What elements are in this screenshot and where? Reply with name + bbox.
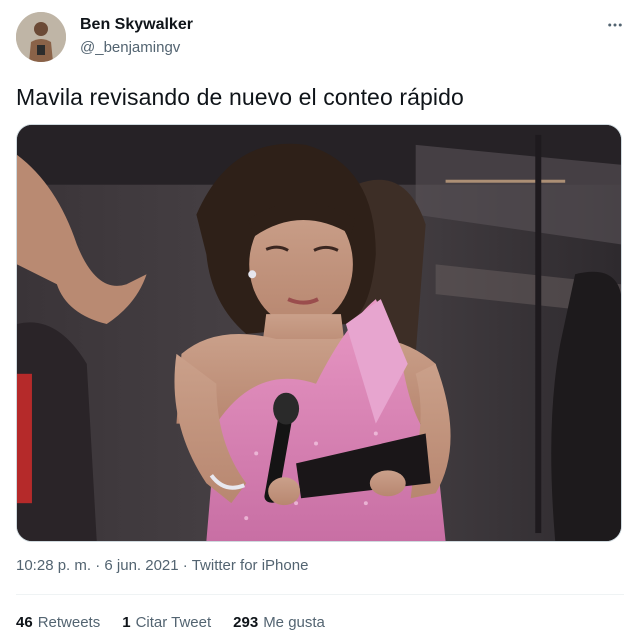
tweet-card: Ben Skywalker @_benjamingv Mavila revisa… [0, 0, 640, 643]
tweet-text: Mavila revisando de nuevo el conteo rápi… [16, 84, 464, 110]
more-options-button[interactable] [604, 14, 626, 36]
likes-count: 293 [233, 614, 259, 631]
divider [16, 594, 624, 595]
tweet-timestamp[interactable]: 10:28 p. m. · 6 jun. 2021 · Twitter for … [16, 557, 308, 574]
tweet-date: 6 jun. 2021 [104, 557, 179, 574]
meta-separator: · [178, 557, 192, 574]
likes-label: Me gusta [263, 614, 325, 631]
author-handle[interactable]: @_benjamingv [80, 39, 180, 56]
tweet-time: 10:28 p. m. [16, 557, 92, 574]
retweets-stat[interactable]: 46 Retweets [16, 614, 100, 631]
likes-stat[interactable]: 293 Me gusta [233, 614, 325, 631]
meta-separator: · [91, 557, 105, 574]
avatar[interactable] [16, 12, 66, 62]
retweets-count: 46 [16, 614, 33, 631]
quote-tweets-count: 1 [122, 614, 131, 631]
more-horizontal-icon [608, 23, 622, 27]
tweet-stats: 46 Retweets 1 Citar Tweet 293 Me gusta [16, 614, 325, 631]
retweets-label: Retweets [37, 614, 101, 631]
quote-tweets-stat[interactable]: 1 Citar Tweet [122, 614, 211, 631]
tweet-source[interactable]: Twitter for iPhone [192, 557, 309, 574]
author-display-name[interactable]: Ben Skywalker [80, 16, 193, 34]
media-photo [17, 125, 621, 541]
quote-tweets-label: Citar Tweet [135, 614, 212, 631]
avatar-image [16, 12, 66, 62]
tweet-media-image[interactable] [16, 124, 622, 542]
